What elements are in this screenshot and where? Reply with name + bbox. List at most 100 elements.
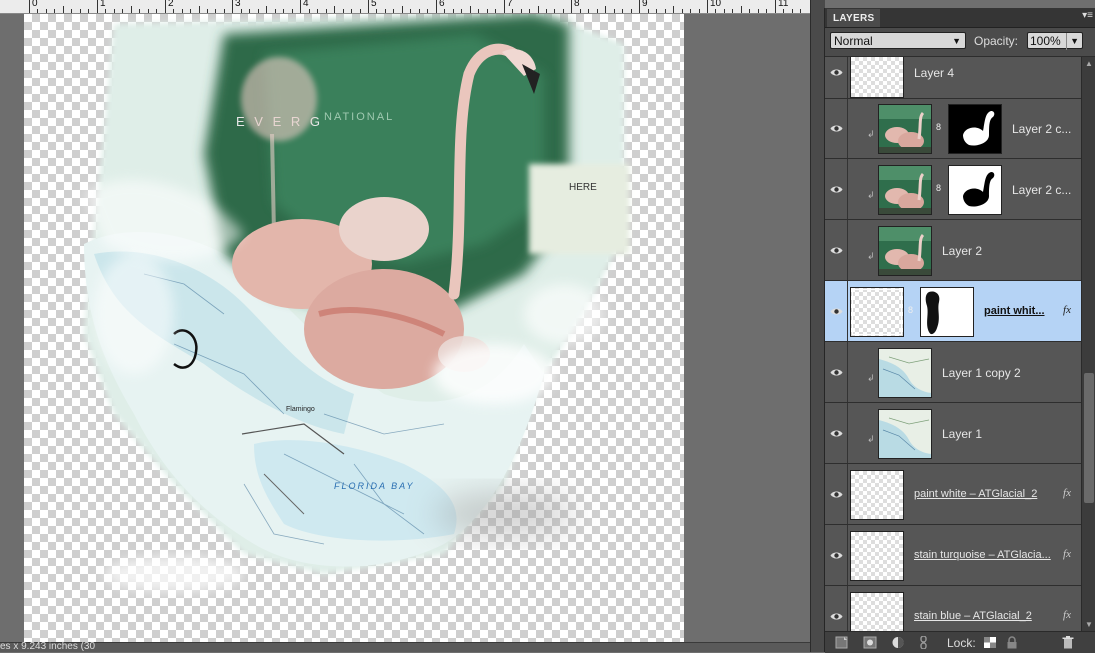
lock-transparency-icon[interactable] [983,636,997,649]
visibility-toggle[interactable] [825,464,848,524]
document-canvas[interactable]: FLORIDA BAY Flamingo E V E R G NATIONAL … [24,14,684,642]
ruler-tick [300,0,301,13]
layer-thumbnail[interactable] [850,531,904,581]
fx-icon[interactable]: fx [1063,609,1071,621]
ruler-tick [495,9,496,13]
clipping-mask-icon: ↲ [867,434,875,444]
link-layers-icon[interactable] [917,636,931,649]
tab-layers[interactable]: LAYERS [827,9,881,27]
eye-icon [830,551,843,560]
visibility-toggle[interactable] [825,281,848,341]
layers-footer-toolbar: Lock: [825,631,1095,653]
layer-row[interactable]: ↲ 8 Layer 2 c... [825,99,1081,159]
new-layer-icon[interactable] [835,636,849,649]
ruler-number: 2 [168,0,174,9]
layer-row[interactable]: Layer 4 [825,57,1081,99]
layer-row[interactable]: stain turquoise – ATGlacia... fx [825,525,1081,586]
layer-name[interactable]: paint whit... [984,305,1045,317]
layer-name[interactable]: paint white – ATGlacial_2 [914,488,1037,500]
ruler-tick [410,9,411,13]
layer-name[interactable]: stain turquoise – ATGlacia... [914,549,1051,561]
trash-icon[interactable] [1061,636,1075,649]
opacity-field[interactable]: 100% ▼ [1027,32,1083,50]
layer-thumbnail[interactable] [878,226,932,276]
layer-list-scrollbar[interactable]: ▲ ▼ [1081,57,1095,631]
chevron-down-icon[interactable]: ▼ [1066,33,1079,50]
layer-name[interactable]: Layer 4 [914,66,954,80]
ruler-tick [343,9,344,13]
visibility-toggle[interactable] [825,586,848,631]
flamingo-label: Flamingo [286,406,315,413]
scrollbar-thumb[interactable] [1084,373,1094,503]
layer-row[interactable]: paint white – ATGlacial_2 fx [825,464,1081,525]
visibility-toggle[interactable] [825,57,848,98]
clipping-mask-icon: ↲ [867,373,875,383]
layer-name[interactable]: Layer 2 c... [1012,122,1071,136]
layer-name[interactable]: Layer 1 [942,427,982,441]
layer-row[interactable]: ↲ Layer 1 [825,403,1081,464]
fx-icon[interactable]: fx [1063,304,1071,316]
ruler-tick [376,9,377,13]
layer-name[interactable]: stain blue – ATGlacial_2 [914,610,1032,622]
ruler-number: 11 [778,0,789,9]
layer-mask-thumbnail[interactable] [948,165,1002,215]
layer-thumbnail[interactable] [850,470,904,520]
here-label: HERE [569,182,597,193]
national-label: NATIONAL [324,111,394,123]
visibility-toggle[interactable] [825,99,848,158]
ruler-tick [249,9,250,13]
layer-name[interactable]: Layer 2 c... [1012,183,1071,197]
horizontal-ruler[interactable]: 0 1 2 3 4 5 6 7 8 9 10 11 [0,0,810,14]
add-mask-icon[interactable] [863,636,877,649]
ruler-tick [139,9,140,13]
visibility-toggle[interactable] [825,220,848,280]
layer-thumbnail[interactable] [878,104,932,154]
link-icon[interactable]: 8 [908,305,913,315]
ruler-tick [351,9,352,13]
layer-thumbnail[interactable] [850,592,904,631]
ruler-tick [393,9,394,13]
layer-row[interactable]: ↲ Layer 2 [825,220,1081,281]
fx-icon[interactable]: fx [1063,548,1071,560]
layer-name[interactable]: Layer 2 [942,244,982,258]
ruler-tick [512,9,513,13]
link-icon[interactable]: 8 [936,183,941,193]
adjustment-layer-icon[interactable] [891,636,905,649]
fx-icon[interactable]: fx [1063,487,1071,499]
ruler-tick [639,0,640,13]
layer-row[interactable]: ↲ Layer 1 copy 2 [825,342,1081,403]
scroll-down-icon[interactable]: ▼ [1085,620,1093,629]
lock-icon[interactable] [1005,636,1019,649]
panel-menu-icon[interactable]: ▾≡ [1082,10,1093,21]
visibility-toggle[interactable] [825,403,848,463]
ruler-number: 6 [439,0,445,9]
panel-divider[interactable] [810,0,825,652]
blend-mode-select[interactable]: Normal ▼ [830,32,966,49]
ruler-tick [199,6,200,13]
link-icon[interactable]: 8 [936,122,941,132]
layer-row[interactable]: 8 paint whit... fx [825,281,1081,342]
layer-mask-thumbnail[interactable] [948,104,1002,154]
scroll-up-icon[interactable]: ▲ [1085,59,1093,68]
ruler-tick [156,9,157,13]
layer-thumbnail[interactable] [850,57,904,98]
layer-thumbnail[interactable] [878,409,932,459]
ruler-number: 10 [710,0,722,9]
layer-mask-thumbnail[interactable] [920,287,974,337]
ruler-tick [453,9,454,13]
ruler-tick [275,9,276,13]
visibility-toggle[interactable] [825,342,848,402]
layer-list: Layer 4 ↲ 8 Layer 2 c... ↲ 8 Layer 2 c... ↲ Laye… [825,57,1081,631]
layer-row[interactable]: ↲ 8 Layer 2 c... [825,159,1081,220]
visibility-toggle[interactable] [825,525,848,585]
visibility-toggle[interactable] [825,159,848,219]
layer-row[interactable]: stain blue – ATGlacial_2 fx [825,586,1081,631]
ruler-tick [29,0,30,13]
ruler-tick [580,9,581,13]
eye-icon [830,307,843,316]
layer-thumbnail[interactable] [878,348,932,398]
layer-name[interactable]: Layer 1 copy 2 [942,366,1021,380]
layer-thumbnail[interactable] [878,165,932,215]
ruler-tick [470,6,471,13]
layer-thumbnail[interactable] [850,287,904,337]
